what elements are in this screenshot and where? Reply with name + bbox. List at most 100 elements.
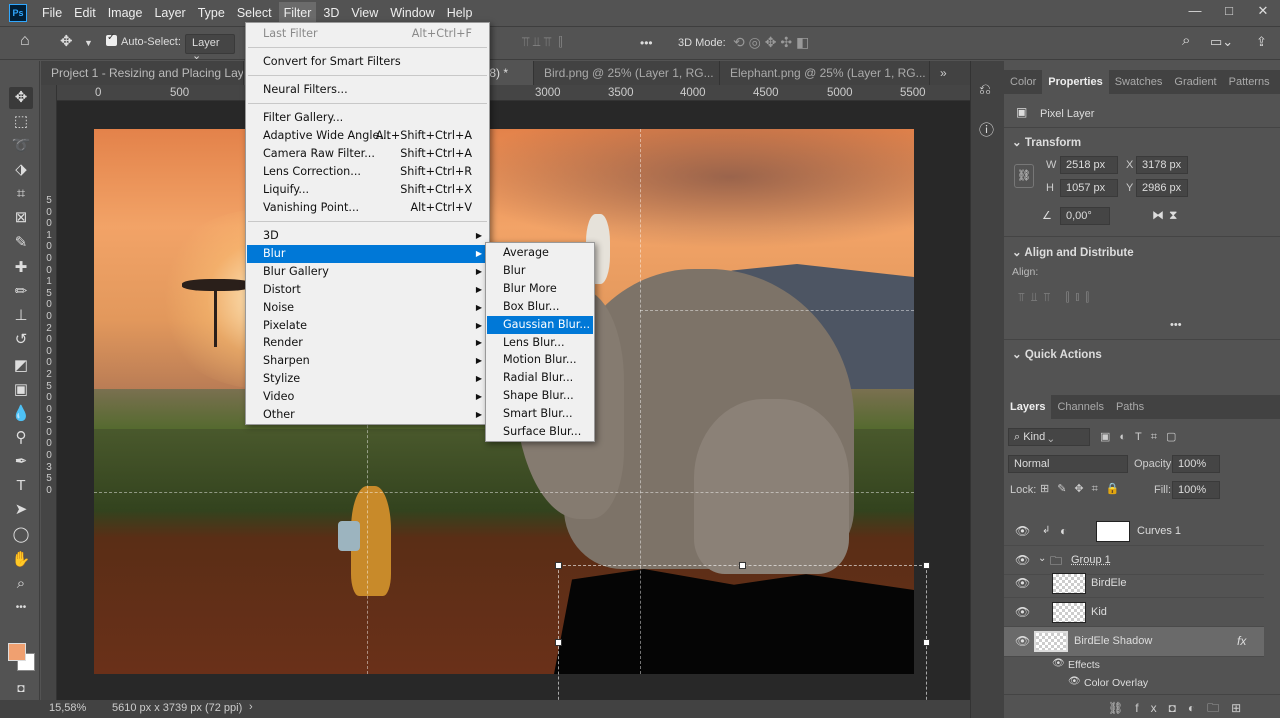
tab-bird[interactable]: Bird.png @ 25% (Layer 1, RG...✕ xyxy=(534,61,720,85)
menu-item-radial-blur[interactable]: Radial Blur... xyxy=(487,369,593,387)
more-options-button[interactable]: ••• xyxy=(640,36,653,50)
transform-handle[interactable] xyxy=(739,562,746,569)
layer-row-kid[interactable]: 👁 Kid xyxy=(1004,598,1264,627)
menu-file[interactable]: File xyxy=(37,2,67,24)
color-overlay-row[interactable]: 👁 Color Overlay xyxy=(1004,675,1264,693)
menu-item-blur-basic[interactable]: Blur xyxy=(487,262,593,280)
tab-gradient[interactable]: Gradient xyxy=(1168,70,1222,94)
x-field[interactable]: 3178 px xyxy=(1136,156,1188,174)
opacity-field[interactable]: 100% xyxy=(1172,455,1220,473)
layer-action-icons[interactable]: ⛓fx◘◐🗀⊞🗑 xyxy=(1108,699,1280,718)
move-tool-icon[interactable]: ✥ xyxy=(9,87,33,109)
menu-layer[interactable]: Layer xyxy=(149,2,190,24)
width-field[interactable]: 2518 px xyxy=(1060,156,1118,174)
maximize-button[interactable]: □ xyxy=(1212,0,1246,22)
blend-mode-dropdown[interactable]: Normal xyxy=(1008,455,1128,473)
workspace-icon[interactable]: ▭⌄ xyxy=(1210,34,1233,50)
menu-window[interactable]: Window xyxy=(385,2,439,24)
menu-item-lens-blur[interactable]: Lens Blur... xyxy=(487,334,593,352)
menu-item-lens-correction[interactable]: Lens Correction... Shift+Ctrl+R xyxy=(247,163,488,181)
menu-item-camera-raw[interactable]: Camera Raw Filter... Shift+Ctrl+A xyxy=(247,145,488,163)
align-section-title[interactable]: ⌄ Align and Distribute xyxy=(1012,245,1134,259)
ellipse-tool-icon[interactable]: ◯ xyxy=(9,524,33,546)
zoom-level[interactable]: 15,58% xyxy=(49,702,86,714)
frame-tool-icon[interactable]: ⊠ xyxy=(9,207,33,229)
home-icon[interactable]: ⌂ xyxy=(20,32,30,50)
history-brush-icon[interactable]: ↺ xyxy=(9,329,33,351)
menu-3d[interactable]: 3D xyxy=(318,2,344,24)
eraser-tool-icon[interactable]: ◩ xyxy=(9,355,33,377)
quick-actions-title[interactable]: ⌄ Quick Actions xyxy=(1012,347,1102,361)
quick-mask-icon[interactable]: ◘ xyxy=(9,677,33,699)
crop-tool-icon[interactable]: ⌗ xyxy=(9,183,33,205)
tab-paths[interactable]: Paths xyxy=(1110,395,1150,419)
menu-item-shape-blur[interactable]: Shape Blur... xyxy=(487,387,593,405)
stamp-tool-icon[interactable]: ⊥ xyxy=(9,305,33,327)
pen-tool-icon[interactable]: ✒ xyxy=(9,451,33,473)
eyedropper-tool-icon[interactable]: ✎ xyxy=(9,232,33,254)
fill-field[interactable]: 100% xyxy=(1172,481,1220,499)
eye-icon[interactable]: 👁 xyxy=(1068,676,1081,687)
flip-horizontal-icon[interactable]: ⧓ xyxy=(1152,208,1164,222)
info-icon[interactable]: ⓘ xyxy=(979,119,994,140)
menu-item-smart-blur[interactable]: Smart Blur... xyxy=(487,405,593,423)
menu-item-3d[interactable]: 3D ▶ xyxy=(247,227,488,245)
angle-field[interactable]: 0,00° xyxy=(1060,207,1110,225)
menu-item-other[interactable]: Other ▶ xyxy=(247,406,488,424)
zoom-tool-icon[interactable]: ⌕ xyxy=(9,573,33,595)
menu-item-vanishing-point[interactable]: Vanishing Point... Alt+Ctrl+V xyxy=(247,199,488,217)
minimize-button[interactable]: — xyxy=(1178,0,1212,22)
tab-layers[interactable]: Layers xyxy=(1004,395,1052,419)
y-field[interactable]: 2986 px xyxy=(1136,179,1188,197)
menu-item-distort[interactable]: Distort ▶ xyxy=(247,281,488,299)
menu-filter[interactable]: Filter xyxy=(278,2,317,24)
menu-image[interactable]: Image xyxy=(103,2,148,24)
transform-handle[interactable] xyxy=(923,562,930,569)
filter-type-icons[interactable]: ▣◐T⌗▢ xyxy=(1100,430,1185,444)
transform-section-title[interactable]: ⌄ Transform xyxy=(1012,135,1081,149)
lock-icons[interactable]: ⊞✎✥⌗🔒 xyxy=(1040,482,1128,496)
menu-item-pixelate[interactable]: Pixelate ▶ xyxy=(247,317,488,335)
object-select-tool-icon[interactable]: ⬗ xyxy=(9,159,33,181)
3d-mode-icons[interactable]: ⟲ ◎ ✥ ✣ ◧ xyxy=(733,34,809,51)
eye-icon[interactable]: 👁 xyxy=(1015,634,1030,648)
chevron-down-icon[interactable]: ⌄ xyxy=(1038,553,1046,564)
menu-item-average[interactable]: Average xyxy=(487,244,593,262)
align-more-button[interactable]: ••• xyxy=(1170,319,1182,331)
menu-help[interactable]: Help xyxy=(442,2,478,24)
layer-row-birdele-shadow[interactable]: 👁 BirdEle Shadow fx xyxy=(1004,627,1264,657)
close-window-button[interactable]: ✕ xyxy=(1246,0,1280,22)
flip-vertical-icon[interactable]: ⧗ xyxy=(1169,208,1177,223)
auto-select-dropdown[interactable]: Layer ⌄ xyxy=(185,34,235,62)
eye-icon[interactable]: 👁 xyxy=(1015,524,1030,538)
transform-handle[interactable] xyxy=(555,562,562,569)
menu-select[interactable]: Select xyxy=(232,2,277,24)
tab-properties[interactable]: Properties xyxy=(1042,70,1109,94)
height-field[interactable]: 1057 px xyxy=(1060,179,1118,197)
transform-bounding-box[interactable] xyxy=(558,565,927,715)
eye-icon[interactable]: 👁 xyxy=(1015,576,1030,590)
menu-item-filter-gallery[interactable]: Filter Gallery... xyxy=(247,109,488,127)
menu-view[interactable]: View xyxy=(346,2,383,24)
search-icon[interactable]: ⌕ xyxy=(1182,32,1190,49)
healing-tool-icon[interactable]: ✚ xyxy=(9,257,33,279)
menu-item-box-blur[interactable]: Box Blur... xyxy=(487,298,593,316)
share-icon[interactable]: ⇪ xyxy=(1256,34,1267,50)
menu-item-blur-more[interactable]: Blur More xyxy=(487,280,593,298)
kind-filter-dropdown[interactable]: ⌕ Kind ⌄ xyxy=(1008,428,1090,446)
eye-icon[interactable]: 👁 xyxy=(1015,605,1030,619)
menu-item-sharpen[interactable]: Sharpen ▶ xyxy=(247,352,488,370)
tab-swatches[interactable]: Swatches xyxy=(1109,70,1169,94)
link-icon[interactable]: ⛓ xyxy=(1014,164,1034,188)
dodge-tool-icon[interactable]: ⚲ xyxy=(9,427,33,449)
gradient-tool-icon[interactable]: ▣ xyxy=(9,379,33,401)
layer-row-curves[interactable]: 👁 ↲ ◐ Curves 1 xyxy=(1004,517,1264,546)
chevron-down-icon[interactable]: ▼ xyxy=(84,38,93,48)
auto-select-checkbox[interactable] xyxy=(106,32,117,48)
menu-item-convert-smart-filters[interactable]: Convert for Smart Filters xyxy=(247,53,488,71)
eye-icon[interactable]: 👁 xyxy=(1015,553,1030,567)
tabs-overflow-button[interactable]: » xyxy=(930,61,960,85)
blur-tool-icon[interactable]: 💧 xyxy=(9,403,33,425)
effects-row[interactable]: 👁 Effects xyxy=(1004,657,1264,675)
menu-item-adaptive-wide-angle[interactable]: Adaptive Wide Angle... Alt+Shift+Ctrl+A xyxy=(247,127,488,145)
